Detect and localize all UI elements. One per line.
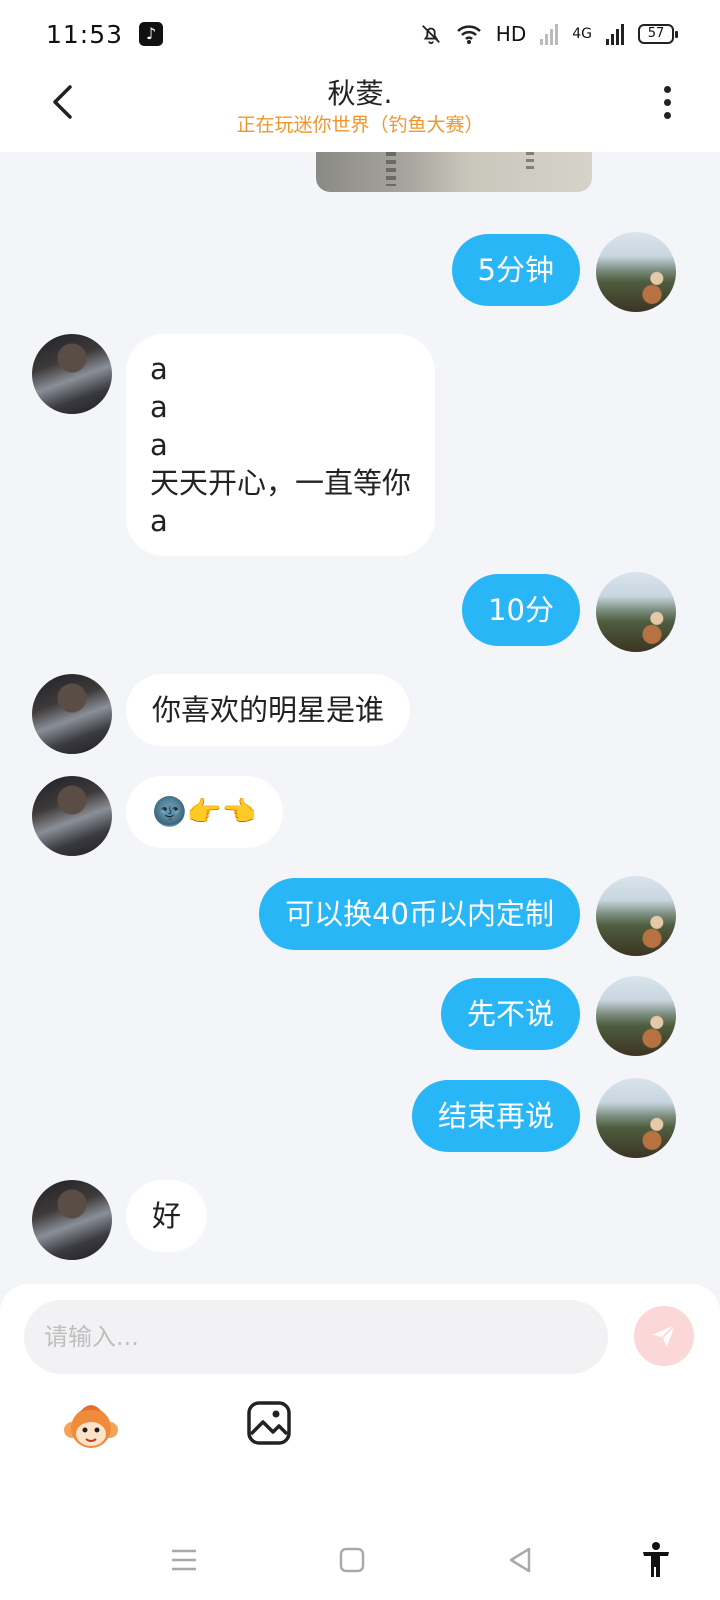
contact-name: 秋菱.	[327, 77, 393, 110]
status-bar: 11:53 ♪ HD 4G 57	[0, 0, 720, 68]
bell-muted-icon	[421, 25, 440, 45]
send-icon	[652, 1324, 676, 1348]
more-options-button[interactable]	[652, 80, 682, 124]
contact-status: 正在玩迷你世界（钓鱼大赛）	[236, 114, 484, 136]
accessibility-icon	[643, 1542, 669, 1577]
my-avatar[interactable]	[596, 572, 676, 652]
send-button[interactable]	[634, 1306, 694, 1366]
cell-label: 4G	[572, 26, 592, 42]
more-dot	[663, 111, 671, 119]
message-input[interactable]	[24, 1300, 608, 1374]
contact-avatar[interactable]	[32, 1180, 112, 1260]
more-vertical-icon	[663, 85, 671, 93]
status-indicators: HD 4G 57	[420, 22, 678, 46]
square-home-icon	[339, 1547, 365, 1573]
message-bubble-received[interactable]: 好	[126, 1180, 208, 1252]
nav-back-button[interactable]	[500, 1540, 540, 1580]
my-avatar[interactable]	[596, 876, 676, 956]
message-bubble-sent[interactable]: 结束再说	[411, 1080, 580, 1152]
menu-lines-icon	[172, 1549, 196, 1571]
message-bubble-received[interactable]: 🌚👉👈	[126, 776, 283, 848]
message-bubble-sent[interactable]: 5分钟	[451, 234, 580, 306]
message-bubble-received[interactable]: a a a 天天开心，一直等你 a	[126, 334, 436, 556]
my-avatar[interactable]	[596, 232, 676, 312]
system-nav-bar	[0, 1528, 720, 1600]
contact-avatar[interactable]	[32, 334, 112, 414]
triangle-back-icon	[509, 1547, 531, 1573]
nav-menu-button[interactable]	[164, 1540, 204, 1580]
contact-avatar[interactable]	[32, 674, 112, 754]
network-label: HD	[495, 22, 527, 46]
wifi-icon	[456, 25, 481, 44]
battery-icon: 57	[638, 24, 678, 44]
tiktok-notification-icon: ♪	[139, 22, 164, 46]
message-bubble-sent[interactable]: 可以换40币以内定制	[259, 878, 580, 950]
emoji-button[interactable]	[62, 1400, 120, 1458]
more-dot	[663, 98, 671, 106]
my-avatar[interactable]	[596, 1078, 676, 1158]
signal-icon-sim1	[540, 23, 559, 45]
my-avatar[interactable]	[596, 976, 676, 1056]
image-message-preview[interactable]	[316, 152, 592, 192]
image-picker-button[interactable]	[246, 1400, 292, 1446]
status-time: 11:53	[46, 19, 124, 49]
contact-avatar[interactable]	[32, 776, 112, 856]
message-bubble-sent[interactable]: 10分	[462, 574, 580, 646]
message-bubble-received[interactable]: 你喜欢的明星是谁	[126, 674, 411, 746]
accessibility-button[interactable]	[636, 1540, 676, 1580]
nav-home-button[interactable]	[332, 1540, 372, 1580]
chat-header: 秋菱. 正在玩迷你世界（钓鱼大赛）	[0, 68, 720, 152]
message-bubble-sent[interactable]: 先不说	[440, 978, 580, 1050]
image-icon	[247, 1401, 291, 1445]
signal-icon-sim2	[606, 23, 624, 45]
monkey-emoji-icon	[64, 1405, 118, 1448]
